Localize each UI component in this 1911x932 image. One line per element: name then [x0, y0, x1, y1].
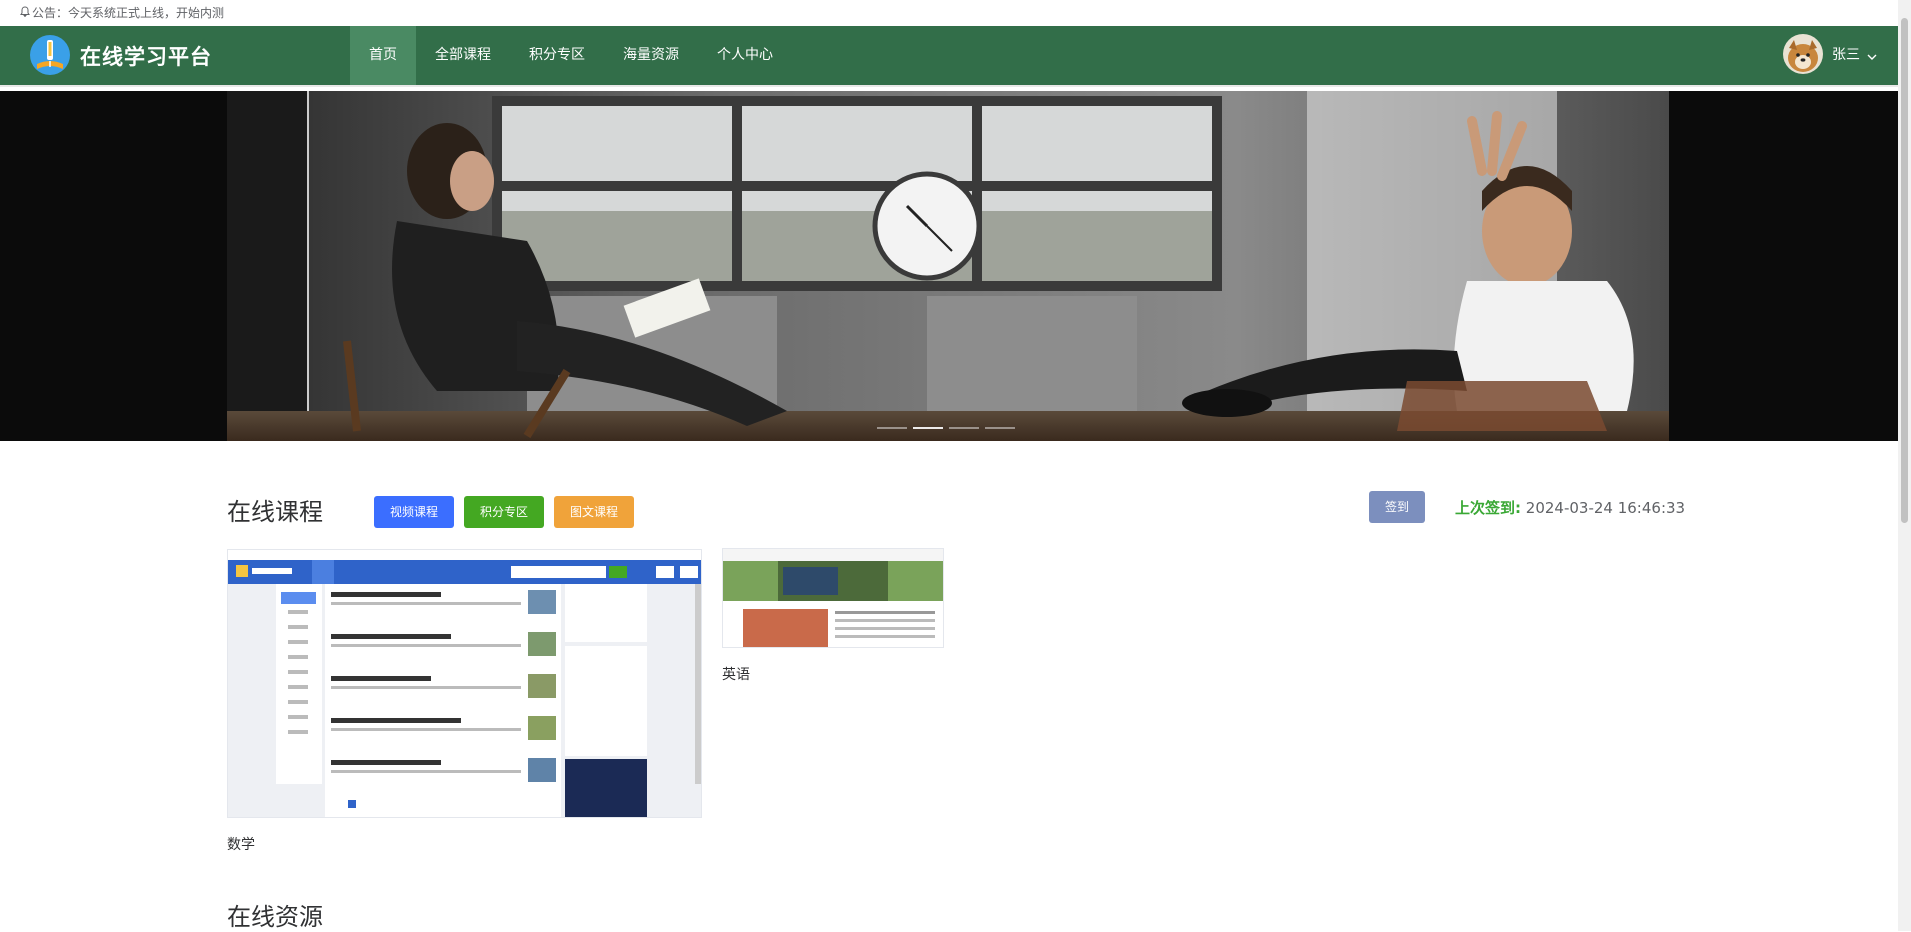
last-sign-time: 2024-03-24 16:46:33 [1525, 499, 1686, 517]
last-sign-info: 上次签到: 2024-03-24 16:46:33 [1455, 497, 1685, 518]
chevron-down-icon[interactable] [1866, 48, 1878, 60]
carousel-indicator[interactable] [877, 427, 907, 429]
last-sign-label: 上次签到: [1455, 499, 1521, 517]
nav-resources[interactable]: 海量资源 [604, 26, 698, 85]
nav-home[interactable]: 首页 [350, 26, 416, 85]
carousel-indicator[interactable] [985, 427, 1015, 429]
nav-personal-center[interactable]: 个人中心 [698, 26, 792, 85]
user-menu[interactable]: 张三 [1783, 34, 1878, 74]
scrollbar-thumb[interactable] [1901, 18, 1908, 523]
top-navbar: 在线学习平台 首页 全部课程 积分专区 海量资源 个人中心 张三 [0, 26, 1898, 87]
main-nav: 首页 全部课程 积分专区 海量资源 个人中心 [350, 26, 792, 85]
bell-icon [20, 0, 30, 26]
points-zone-button[interactable]: 积分专区 [464, 496, 544, 528]
course-card-math[interactable]: 数学 [227, 549, 702, 854]
nav-all-courses[interactable]: 全部课程 [416, 26, 510, 85]
carousel-indicator[interactable] [913, 427, 943, 429]
video-courses-button[interactable]: 视频课程 [374, 496, 454, 528]
course-card-english[interactable]: 英语 [722, 548, 944, 684]
announcement-text: 公告：今天系统正式上线，开始内测 [32, 6, 225, 20]
course-name[interactable]: 英语 [722, 664, 944, 684]
user-name[interactable]: 张三 [1832, 44, 1860, 64]
article-courses-button[interactable]: 图文课程 [554, 496, 634, 528]
course-thumbnail[interactable] [227, 549, 702, 818]
resources-section-title: 在线资源 [227, 903, 323, 931]
course-name[interactable]: 数学 [227, 834, 702, 854]
site-title[interactable]: 在线学习平台 [80, 41, 212, 71]
carousel-indicators [877, 427, 1015, 429]
site-logo[interactable] [29, 34, 71, 76]
course-thumbnail[interactable] [722, 548, 944, 648]
banner-image [227, 91, 1669, 441]
sign-in-button[interactable]: 签到 [1369, 491, 1425, 523]
page-scrollbar[interactable] [1898, 0, 1911, 931]
courses-section-title: 在线课程 [227, 498, 323, 526]
carousel-indicator[interactable] [949, 427, 979, 429]
nav-points-zone[interactable]: 积分专区 [510, 26, 604, 85]
avatar[interactable] [1783, 34, 1823, 74]
announcement-bar: 公告：今天系统正式上线，开始内测 [0, 0, 1898, 26]
banner-carousel[interactable] [0, 91, 1898, 441]
